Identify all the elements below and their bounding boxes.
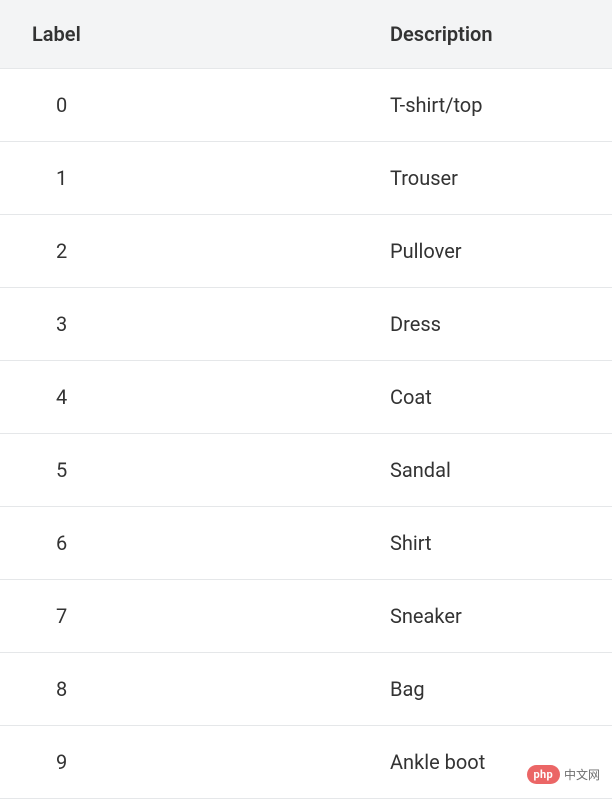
cell-label: 4 (0, 385, 380, 409)
cell-label: 6 (0, 531, 380, 555)
table-row: 2 Pullover (0, 215, 612, 288)
table-header-row: Label Description (0, 0, 612, 69)
cell-label: 8 (0, 677, 380, 701)
cell-description: Dress (380, 312, 612, 336)
cell-label: 1 (0, 166, 380, 190)
cell-label: 3 (0, 312, 380, 336)
watermark-text: 中文网 (564, 766, 600, 783)
cell-label: 9 (0, 750, 380, 774)
table-row: 0 T-shirt/top (0, 69, 612, 142)
table-row: 7 Sneaker (0, 580, 612, 653)
table-row: 3 Dress (0, 288, 612, 361)
watermark-badge: php (527, 765, 560, 784)
cell-description: Coat (380, 385, 612, 409)
table-row: 6 Shirt (0, 507, 612, 580)
header-description: Description (380, 22, 612, 46)
cell-description: Sneaker (380, 604, 612, 628)
cell-description: Shirt (380, 531, 612, 555)
cell-description: Sandal (380, 458, 612, 482)
label-description-table: Label Description 0 T-shirt/top 1 Trouse… (0, 0, 612, 799)
cell-label: 7 (0, 604, 380, 628)
cell-label: 0 (0, 93, 380, 117)
cell-description: Pullover (380, 239, 612, 263)
cell-label: 5 (0, 458, 380, 482)
cell-label: 2 (0, 239, 380, 263)
cell-description: T-shirt/top (380, 93, 612, 117)
table-row: 1 Trouser (0, 142, 612, 215)
table-row: 5 Sandal (0, 434, 612, 507)
cell-description: Bag (380, 677, 612, 701)
watermark: php 中文网 (527, 765, 600, 784)
cell-description: Trouser (380, 166, 612, 190)
table-row: 8 Bag (0, 653, 612, 726)
table-row: 9 Ankle boot (0, 726, 612, 799)
header-label: Label (0, 22, 380, 46)
table-row: 4 Coat (0, 361, 612, 434)
